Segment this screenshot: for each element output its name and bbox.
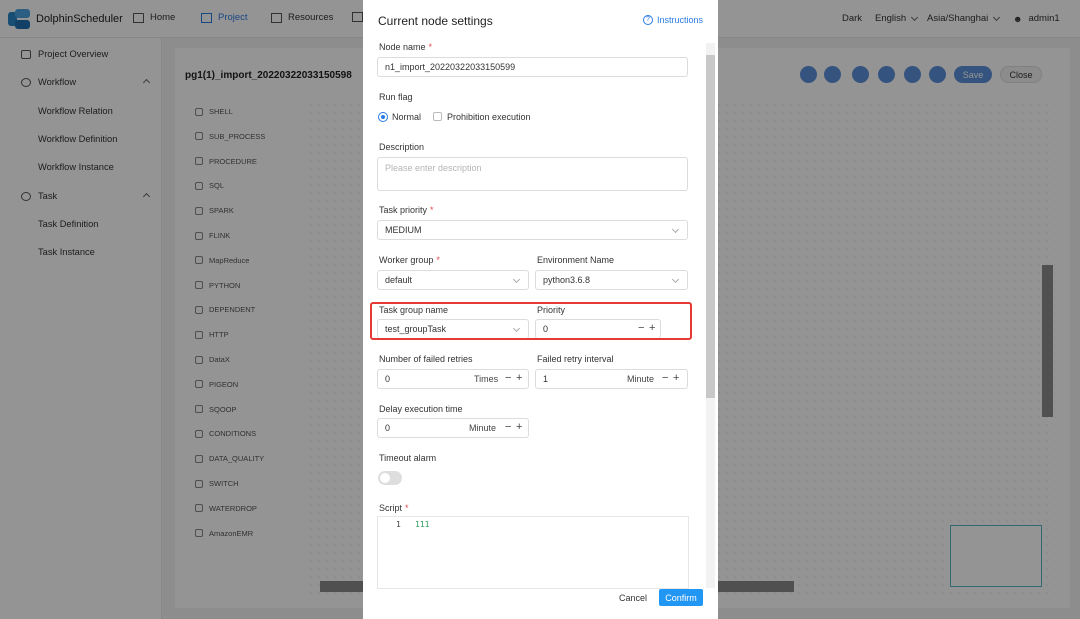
task-group-highlight (370, 302, 692, 340)
worker-group-select[interactable]: default (377, 270, 529, 290)
run-flag-normal-label: Normal (392, 112, 422, 122)
node-name-value: n1_import_20220322033150599 (385, 62, 516, 72)
script-label: Script * (379, 503, 409, 513)
confirm-button[interactable]: Confirm (659, 589, 703, 606)
script-line-number: 1 (396, 520, 401, 529)
run-flag-prohibition-label: Prohibition execution (447, 112, 531, 122)
instructions-label: Instructions (656, 15, 703, 25)
chevron-down-icon (512, 275, 521, 284)
script-code-line: 111 (415, 520, 430, 529)
environment-value: python3.6.8 (543, 275, 591, 285)
cancel-button[interactable]: Cancel (615, 590, 651, 606)
timeout-alarm-label: Timeout alarm (379, 453, 437, 463)
task-priority-value: MEDIUM (385, 225, 422, 235)
environment-select[interactable]: python3.6.8 (535, 270, 688, 290)
delay-label: Delay execution time (379, 404, 463, 414)
retry-interval-unit: Minute (627, 374, 655, 384)
failed-retries-decrement-button[interactable]: − (505, 372, 511, 384)
worker-group-value: default (385, 275, 413, 285)
task-priority-label: Task priority * (379, 205, 434, 215)
delay-increment-button[interactable]: + (516, 421, 522, 433)
retry-interval-decrement-button[interactable]: − (662, 372, 668, 384)
task-priority-select[interactable]: MEDIUM (377, 220, 688, 240)
failed-retries-value: 0 (385, 374, 391, 384)
worker-group-label: Worker group * (379, 255, 440, 265)
retry-interval-label: Failed retry interval (537, 354, 614, 364)
modal-title: Current node settings (378, 14, 493, 28)
description-placeholder: Please enter description (385, 163, 482, 173)
timeout-alarm-switch[interactable] (378, 471, 402, 485)
chevron-down-icon (671, 275, 680, 284)
environment-label: Environment Name (537, 255, 615, 265)
description-label: Description (379, 142, 425, 152)
chevron-down-icon (671, 225, 680, 234)
failed-retries-unit: Times (474, 374, 499, 384)
delay-unit: Minute (469, 423, 497, 433)
failed-retries-increment-button[interactable]: + (516, 372, 522, 384)
node-name-input[interactable]: n1_import_20220322033150599 (377, 57, 688, 77)
question-icon: ? (642, 15, 653, 25)
delay-value: 0 (385, 423, 391, 433)
node-name-label: Node name * (379, 42, 433, 52)
description-textarea[interactable]: Please enter description (377, 157, 688, 191)
modal-scrollbar[interactable] (706, 55, 715, 398)
run-flag-prohibition-radio[interactable] (433, 112, 442, 121)
run-flag-label: Run flag (379, 92, 413, 102)
instructions-link[interactable]: ? Instructions (642, 15, 703, 25)
failed-retries-label: Number of failed retries (379, 354, 473, 364)
run-flag-normal-radio[interactable] (378, 112, 388, 122)
delay-decrement-button[interactable]: − (505, 421, 511, 433)
retry-interval-value: 1 (543, 374, 549, 384)
retry-interval-increment-button[interactable]: + (673, 372, 679, 384)
